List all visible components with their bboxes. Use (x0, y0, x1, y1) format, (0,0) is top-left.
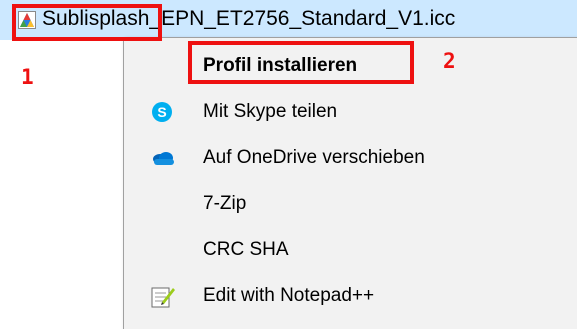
menu-item-move-onedrive[interactable]: Auf OneDrive verschieben (124, 135, 577, 181)
menu-item-label: Mit Skype teilen (203, 101, 338, 122)
annotation-box-1 (12, 4, 162, 41)
menu-item-label: 7-Zip (203, 193, 247, 214)
notepad-plus-plus-icon (150, 284, 175, 308)
menu-item-edit-notepad[interactable]: Edit with Notepad++ (124, 273, 577, 319)
menu-item-label: CRC SHA (203, 239, 289, 260)
onedrive-icon (150, 146, 174, 170)
menu-item-label: Auf OneDrive verschieben (203, 147, 425, 168)
skype-icon: S (150, 100, 174, 124)
annotation-number-1: 1 (21, 65, 34, 89)
annotation-number-2: 2 (443, 49, 456, 73)
menu-item-7zip[interactable]: 7-Zip (124, 181, 577, 227)
menu-item-share-skype[interactable]: S Mit Skype teilen (124, 89, 577, 135)
menu-item-label: Edit with Notepad++ (203, 285, 375, 306)
svg-text:S: S (157, 104, 166, 120)
menu-item-crc-sha[interactable]: CRC SHA (124, 227, 577, 273)
annotation-box-2 (188, 41, 414, 84)
screenshot-stage: Sublisplash_EPN_ET2756_Standard_V1.icc P… (0, 0, 577, 329)
